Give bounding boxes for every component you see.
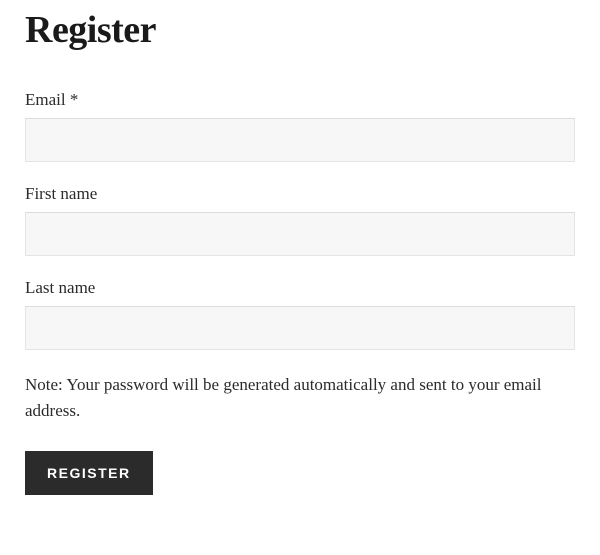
last-name-group: Last name — [25, 278, 575, 350]
email-input[interactable] — [25, 118, 575, 162]
register-form: Email * First name Last name Note: Your … — [25, 90, 575, 495]
register-button[interactable]: Register — [25, 451, 153, 495]
last-name-label: Last name — [25, 278, 575, 298]
email-label-text: Email — [25, 90, 66, 109]
last-name-input[interactable] — [25, 306, 575, 350]
email-group: Email * — [25, 90, 575, 162]
first-name-input[interactable] — [25, 212, 575, 256]
password-note: Note: Your password will be generated au… — [25, 372, 575, 423]
first-name-group: First name — [25, 184, 575, 256]
required-mark: * — [70, 90, 79, 109]
email-label: Email * — [25, 90, 575, 110]
first-name-label: First name — [25, 184, 575, 204]
page-title: Register — [25, 8, 575, 52]
